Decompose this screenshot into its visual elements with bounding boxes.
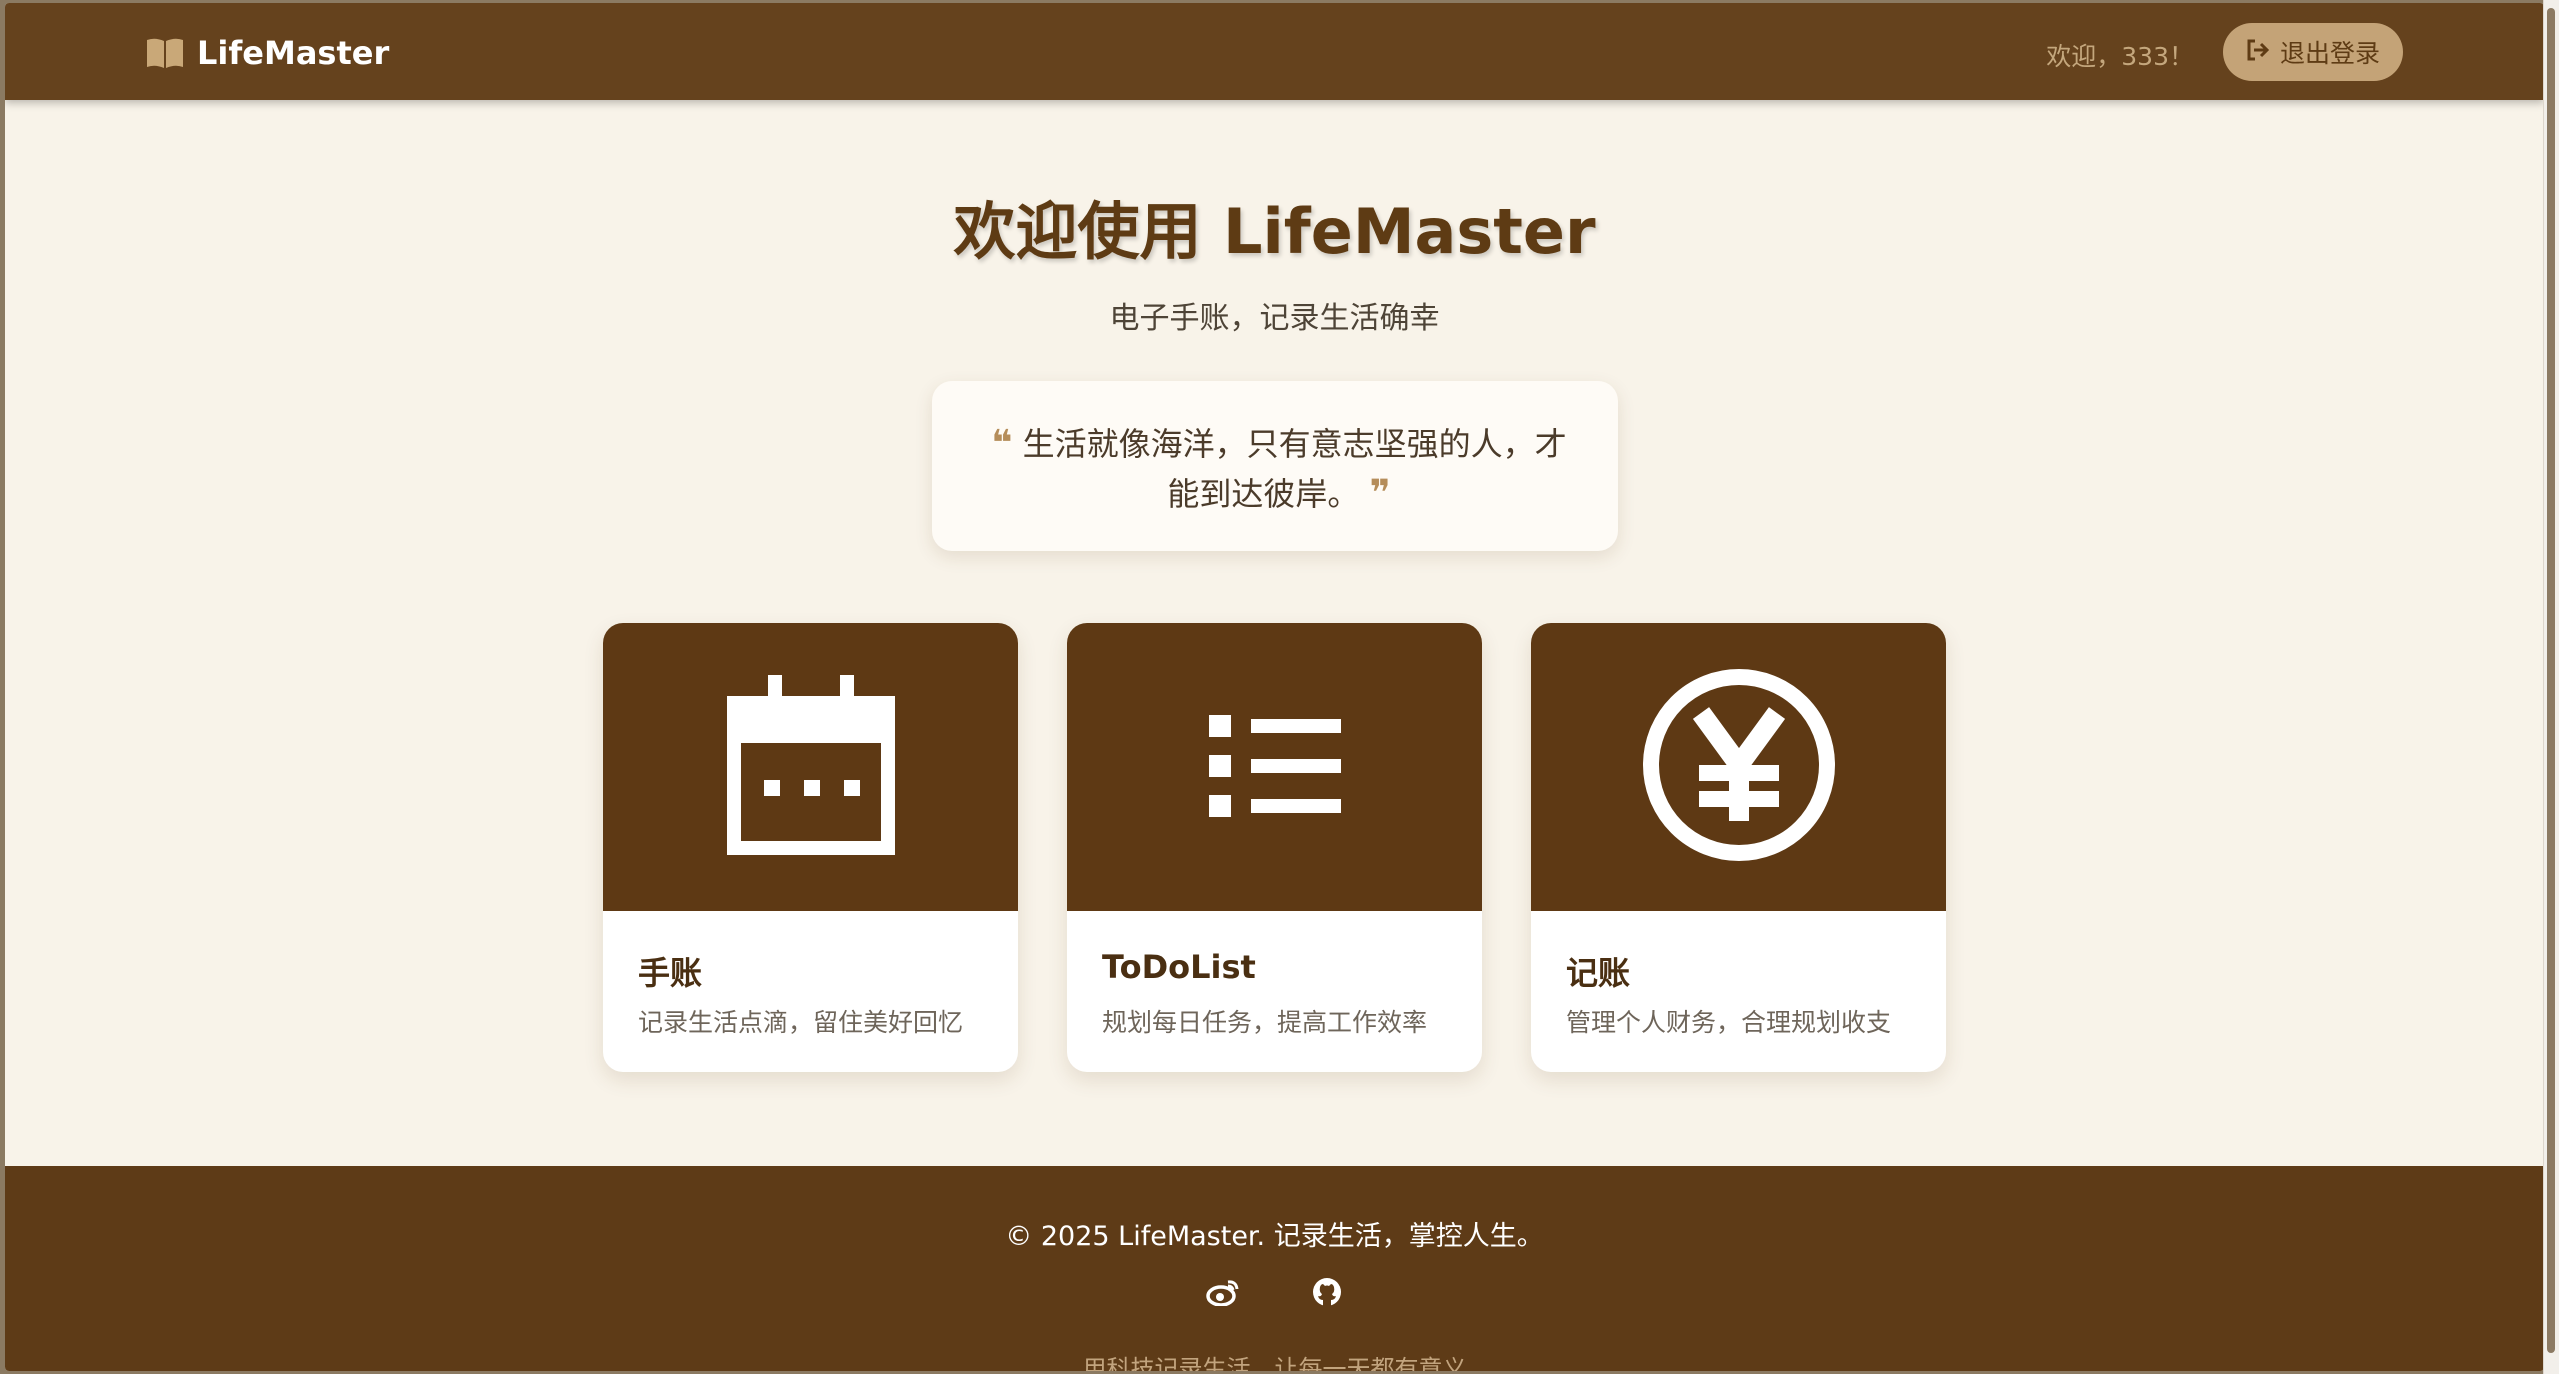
vertical-scrollbar[interactable] [2543,0,2559,1374]
book-icon [145,37,185,69]
github-icon[interactable] [1309,1274,1345,1310]
copyright-text: © 2025 LifeMaster. 记录生活，掌控人生。 [1005,1221,1544,1252]
logo-text: LifeMaster [197,34,390,72]
sign-out-icon [2246,38,2270,67]
card-banner [1067,623,1482,911]
card-title: ToDoList [1102,948,1256,986]
card-accounting[interactable]: 记账 管理个人财务，合理规划收支 [1531,623,1946,1072]
footer-slogan: 用科技记录生活，让每一天都有意义 [1082,1355,1467,1371]
card-description: 管理个人财务，合理规划收支 [1566,1008,1892,1037]
list-icon [1205,695,1345,839]
logout-button[interactable]: 退出登录 [2223,23,2403,81]
yen-circle-icon [1639,665,1839,869]
browser-viewport: LifeMaster 欢迎，333！ 退出登录 欢迎使用 LifeMaster … [5,3,2544,1371]
page-subtitle: 电子手账，记录生活确幸 [1109,301,1440,336]
quote-text-line1: 生活就像海洋，只有意志坚强的人，才 [1022,425,1567,463]
card-banner [1531,623,1946,911]
welcome-text: 欢迎，333！ [2046,42,2194,71]
card-description: 规划每日任务，提高工作效率 [1102,1008,1428,1037]
quote-box: ❝ 生活就像海洋，只有意志坚强的人，才 能到达彼岸。 ❞ [932,381,1618,551]
footer: © 2025 LifeMaster. 记录生活，掌控人生。 用科技记录生活，让每… [5,1166,2544,1371]
card-title: 手账 [638,954,703,992]
close-quote-icon: ❞ [1369,473,1391,514]
top-navbar: LifeMaster 欢迎，333！ 退出登录 [5,3,2544,100]
open-quote-icon: ❝ [991,423,1013,464]
card-description: 记录生活点滴，留住美好回忆 [638,1008,964,1037]
logo[interactable]: LifeMaster [145,31,389,75]
card-journal[interactable]: 手账 记录生活点滴，留住美好回忆 [603,623,1018,1072]
logout-label: 退出登录 [2279,39,2380,68]
card-todolist[interactable]: ToDoList 规划每日任务，提高工作效率 [1067,623,1482,1072]
card-banner [603,623,1018,911]
weibo-icon[interactable] [1205,1274,1241,1310]
social-links [5,1274,2544,1310]
calendar-icon [726,675,896,859]
card-title: 记账 [1566,954,1631,992]
page-title: 欢迎使用 LifeMaster [953,195,1596,268]
scrollbar-thumb[interactable] [2547,8,2555,1353]
quote-text-line2: 能到达彼岸。 [1167,475,1360,513]
